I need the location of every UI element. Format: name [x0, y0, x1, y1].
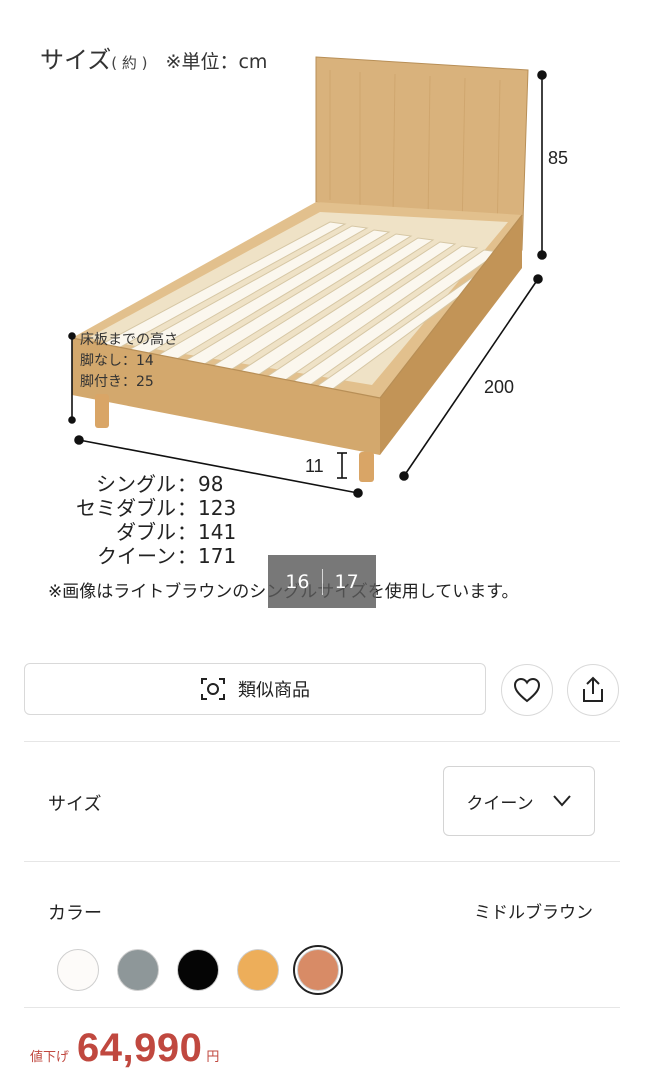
image-counter: 16 17	[268, 555, 376, 608]
floor-height-with-legs: 脚付き：25	[80, 374, 154, 390]
leg-height-label: 11	[305, 456, 324, 476]
color-swatch[interactable]	[173, 945, 223, 995]
width-row: ダブル： 141	[116, 520, 237, 544]
color-swatch-fill	[177, 949, 219, 991]
floor-height-title: 床板までの高さ	[80, 332, 178, 348]
divider	[24, 1007, 620, 1008]
share-button[interactable]	[567, 664, 619, 716]
color-swatch-fill	[297, 949, 339, 991]
price-unit: 円	[206, 1050, 220, 1065]
width-table: シングル： 98 セミダブル： 123 ダブル： 141 クイーン： 171	[40, 472, 236, 568]
counter-divider	[321, 568, 323, 595]
headboard-height-label: 85	[548, 148, 569, 168]
unit-note: ※単位：cm	[165, 51, 268, 73]
similar-products-label: 類似商品	[238, 680, 310, 701]
width-row: セミダブル： 123	[76, 496, 237, 520]
floor-height-note: 床板までの高さ 脚なし：14 脚付き：25	[80, 330, 178, 393]
price-tag: 値下げ	[30, 1050, 70, 1065]
favorite-button[interactable]	[501, 664, 553, 716]
floor-height-no-legs: 脚なし：14	[80, 353, 154, 369]
divider	[24, 741, 620, 742]
color-label: カラー	[48, 903, 102, 924]
color-swatch-fill	[117, 949, 159, 991]
color-swatch-selected[interactable]	[293, 945, 343, 995]
length-label: 200	[484, 377, 515, 397]
color-swatch[interactable]	[53, 945, 103, 995]
heart-icon	[513, 677, 541, 703]
color-swatch-fill	[57, 949, 99, 991]
approx-label: ( 約 )	[111, 54, 148, 72]
counter-total: 17	[334, 570, 359, 593]
divider	[24, 861, 620, 862]
width-row: シングル： 98	[96, 472, 224, 496]
size-select[interactable]: クイーン	[443, 766, 595, 836]
chevron-down-icon	[552, 795, 571, 807]
size-selected-value: クイーン	[466, 793, 534, 814]
color-swatch[interactable]	[113, 945, 163, 995]
color-swatch[interactable]	[233, 945, 283, 995]
share-icon	[583, 676, 603, 702]
product-image[interactable]: サイズ( 約 ) ※単位：cm 85 200 11 床板までの高さ 脚なし：14 …	[0, 0, 645, 640]
price: 値下げ 64,990 円	[30, 1026, 219, 1071]
width-row: クイーン： 171	[97, 544, 237, 568]
scan-icon	[201, 678, 225, 700]
color-swatch-fill	[237, 949, 279, 991]
counter-current: 16	[285, 570, 310, 593]
similar-products-button[interactable]: 類似商品	[24, 663, 486, 715]
size-title: サイズ( 約 ) ※単位：cm	[40, 46, 268, 74]
size-label: サイズ	[48, 794, 102, 815]
price-value: 64,990	[77, 1026, 203, 1070]
color-selected-value: ミドルブラウン	[474, 903, 593, 923]
